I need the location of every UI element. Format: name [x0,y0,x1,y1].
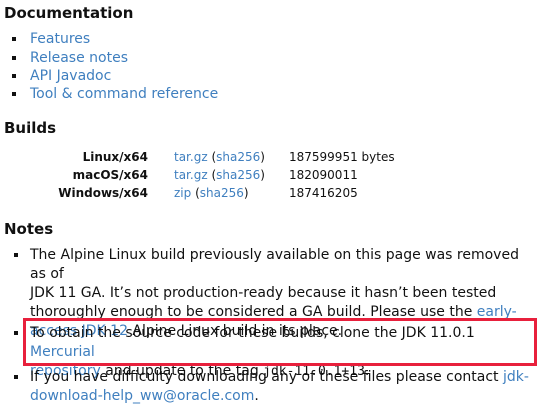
sha256-link[interactable]: sha256 [216,150,260,164]
bullet [14,331,18,335]
documentation-heading: Documentation [4,4,134,22]
build-row-macos: macOS/x64 tar.gz (sha256) 182090011 [0,168,420,186]
release-notes-link[interactable]: Release notes [30,49,128,67]
download-links: zip (sha256) [174,186,249,200]
build-row-windows: Windows/x64 zip (sha256) 187416205 [0,186,420,204]
help-email-link[interactable]: download-help_ww@oracle.com [30,388,254,404]
note-text: If you have difficulty downloading any o… [30,368,534,406]
note-line: . [254,388,259,404]
api-javadoc-link[interactable]: API Javadoc [30,67,111,85]
builds-heading: Builds [4,119,57,137]
help-email-link[interactable]: jdk- [503,369,529,385]
download-links: tar.gz (sha256) [174,150,265,164]
download-links: tar.gz (sha256) [174,168,265,182]
features-link[interactable]: Features [30,30,90,48]
sha256-link[interactable]: sha256 [200,186,244,200]
archive-link[interactable]: zip [174,186,191,200]
notes-heading: Notes [4,220,54,238]
archive-link[interactable]: tar.gz [174,150,208,164]
bullet [12,74,16,78]
build-row-linux: Linux/x64 tar.gz (sha256) 187599951 byte… [0,150,420,168]
bullet [12,37,16,41]
bullet [14,375,18,379]
mercurial-repository-link[interactable]: Mercurial [30,344,95,360]
bullet [12,92,16,96]
bullet [14,253,18,257]
bullet [12,56,16,60]
file-size: 187416205 [289,186,358,200]
archive-link[interactable]: tar.gz [174,168,208,182]
platform-label: Linux/x64 [82,150,148,164]
note-line: JDK 11 GA. It’s not production-ready bec… [30,285,497,301]
platform-label: Windows/x64 [58,186,148,200]
file-size: 187599951 bytes [289,150,395,164]
note-line: The Alpine Linux build previously availa… [30,247,519,282]
note-line: If you have difficulty downloading any o… [30,369,503,385]
sha256-link[interactable]: sha256 [216,168,260,182]
file-size: 182090011 [289,168,358,182]
early-access-link[interactable]: early- [477,304,517,320]
tool-reference-link[interactable]: Tool & command reference [30,85,218,103]
platform-label: macOS/x64 [72,168,148,182]
note-line: thoroughly enough to be considered a GA … [30,304,477,320]
note-line: To obtain the source code for these buil… [30,325,475,341]
